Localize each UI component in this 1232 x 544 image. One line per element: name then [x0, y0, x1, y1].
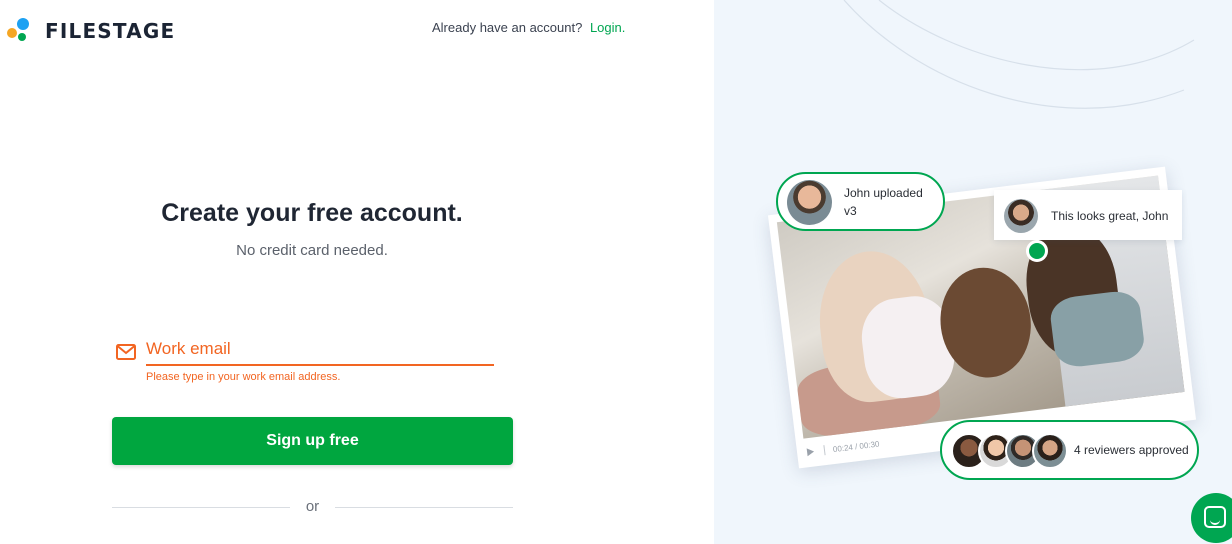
upload-notification-bubble: John uploaded v3: [776, 172, 945, 231]
or-divider: or: [112, 497, 513, 517]
upload-text-line2: v3: [844, 204, 857, 218]
chat-icon: [1204, 506, 1226, 528]
player-time: 00:24 / 00:30: [832, 438, 880, 454]
play-icon[interactable]: [806, 447, 815, 457]
page-title: Create your free account.: [161, 199, 463, 227]
video-controls: 00:24 / 00:30: [806, 436, 880, 461]
divider-line-right: [335, 507, 513, 508]
work-email-input[interactable]: [146, 334, 494, 366]
signup-panel: FILESTAGE Already have an account? Login…: [0, 0, 714, 544]
page-subtitle: No credit card needed.: [236, 242, 388, 259]
logo-text: FILESTAGE: [45, 19, 176, 43]
account-prompt-text: Already have an account?: [432, 20, 583, 35]
email-error-message: Please type in your work email address.: [146, 371, 341, 383]
approval-text: 4 reviewers approved: [1074, 443, 1189, 457]
login-prompt: Already have an account? Login.: [432, 20, 625, 35]
filestage-logo[interactable]: FILESTAGE: [7, 16, 175, 46]
sign-up-button[interactable]: Sign up free: [112, 417, 513, 465]
upload-text-line1: John uploaded: [844, 186, 923, 200]
avatar-commenter: [1004, 199, 1038, 233]
logo-mark-icon: [7, 17, 39, 45]
comment-card: This looks great, John: [994, 190, 1182, 240]
login-link[interactable]: Login.: [590, 20, 625, 35]
mail-icon: [116, 344, 136, 360]
avatar-john: [787, 180, 832, 225]
comment-text: This looks great, John: [1051, 209, 1169, 223]
avatar-reviewer-4: [1032, 433, 1068, 469]
check-icon: [1026, 240, 1048, 262]
preview-panel: 00:24 / 00:30 John uploaded v3 This look…: [714, 0, 1232, 544]
approval-bubble: 4 reviewers approved: [940, 420, 1199, 480]
